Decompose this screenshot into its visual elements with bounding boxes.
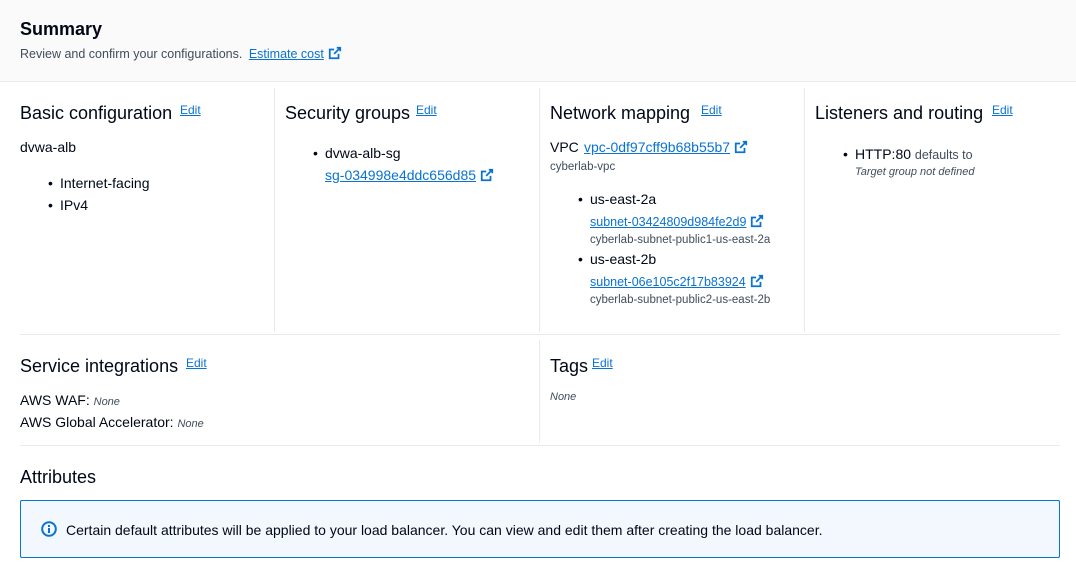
security-group-name: dvwa-alb-sg <box>313 145 401 161</box>
attributes-title: Attributes <box>20 467 97 487</box>
external-link-icon <box>480 168 494 182</box>
network-mapping-edit-link[interactable]: Edit <box>701 103 722 117</box>
estimate-cost-link[interactable]: Estimate cost <box>249 46 342 61</box>
listeners-title: Listeners and routing <box>815 103 984 123</box>
listeners-edit-link[interactable]: Edit <box>992 103 1013 117</box>
external-link-icon <box>750 274 763 288</box>
external-link-icon <box>751 214 764 228</box>
security-groups-edit-link[interactable]: Edit <box>416 103 437 117</box>
column-divider <box>804 88 805 332</box>
summary-header: Summary Review and confirm your configur… <box>0 0 1076 82</box>
scheme-item: Internet-facing <box>48 175 149 191</box>
service-integrations-title: Service integrations <box>20 356 179 376</box>
basic-config-edit-link[interactable]: Edit <box>180 103 201 117</box>
row-divider <box>20 445 1060 446</box>
waf-row: AWS WAF: None <box>20 392 120 408</box>
tags-value: None <box>550 391 577 403</box>
global-accelerator-label: AWS Global Accelerator: <box>20 414 174 430</box>
column-divider <box>274 88 275 332</box>
zone-name: us-east-2b <box>578 251 656 267</box>
attributes-info-message: Certain default attributes will be appli… <box>66 522 823 538</box>
lb-name: dvwa-alb <box>20 139 77 155</box>
tags-title: Tags <box>550 356 589 376</box>
ip-type-item: IPv4 <box>48 197 88 213</box>
listener-item: HTTP:80 defaults to <box>843 146 973 162</box>
target-group-text: Target group not defined <box>855 166 975 178</box>
basic-config-title: Basic configuration <box>20 103 173 123</box>
page-title: Summary <box>20 19 103 39</box>
subnet-name: cyberlab-subnet-public2-us-east-2b <box>590 294 771 306</box>
subnet-id-link[interactable]: subnet-03424809d984fe2d9 <box>590 214 764 229</box>
service-integrations-edit-link[interactable]: Edit <box>186 356 207 370</box>
column-divider <box>539 340 540 443</box>
row-divider <box>20 334 1060 335</box>
info-icon <box>41 521 57 537</box>
global-accelerator-value: None <box>177 418 204 430</box>
attributes-info-alert: Certain default attributes will be appli… <box>20 500 1060 558</box>
vpc-id-link[interactable]: vpc-0df97cff9b68b55b7 <box>584 139 748 155</box>
security-group-id-link[interactable]: sg-034998e4ddc656d85 <box>325 167 494 183</box>
global-accelerator-row: AWS Global Accelerator: None <box>20 414 204 430</box>
external-link-icon <box>734 140 748 154</box>
security-groups-title: Security groups <box>285 103 411 123</box>
column-divider <box>539 88 540 332</box>
network-mapping-title: Network mapping <box>550 103 691 123</box>
vpc-name: cyberlab-vpc <box>550 161 616 173</box>
tags-edit-link[interactable]: Edit <box>592 356 613 370</box>
external-link-icon <box>328 46 341 60</box>
subnet-id-link[interactable]: subnet-06e105c2f17b83924 <box>590 274 764 289</box>
listener-protocol: HTTP:80 <box>855 146 912 162</box>
waf-label: AWS WAF: <box>20 392 90 408</box>
subnet-name: cyberlab-subnet-public1-us-east-2a <box>590 234 771 246</box>
vpc-label: VPC <box>550 139 579 155</box>
defaults-to-text: defaults to <box>914 148 973 162</box>
page-description: Review and confirm your configurations. … <box>20 46 342 61</box>
waf-value: None <box>93 396 120 408</box>
description-text: Review and confirm your configurations. <box>20 47 243 61</box>
zone-name: us-east-2a <box>578 191 656 207</box>
